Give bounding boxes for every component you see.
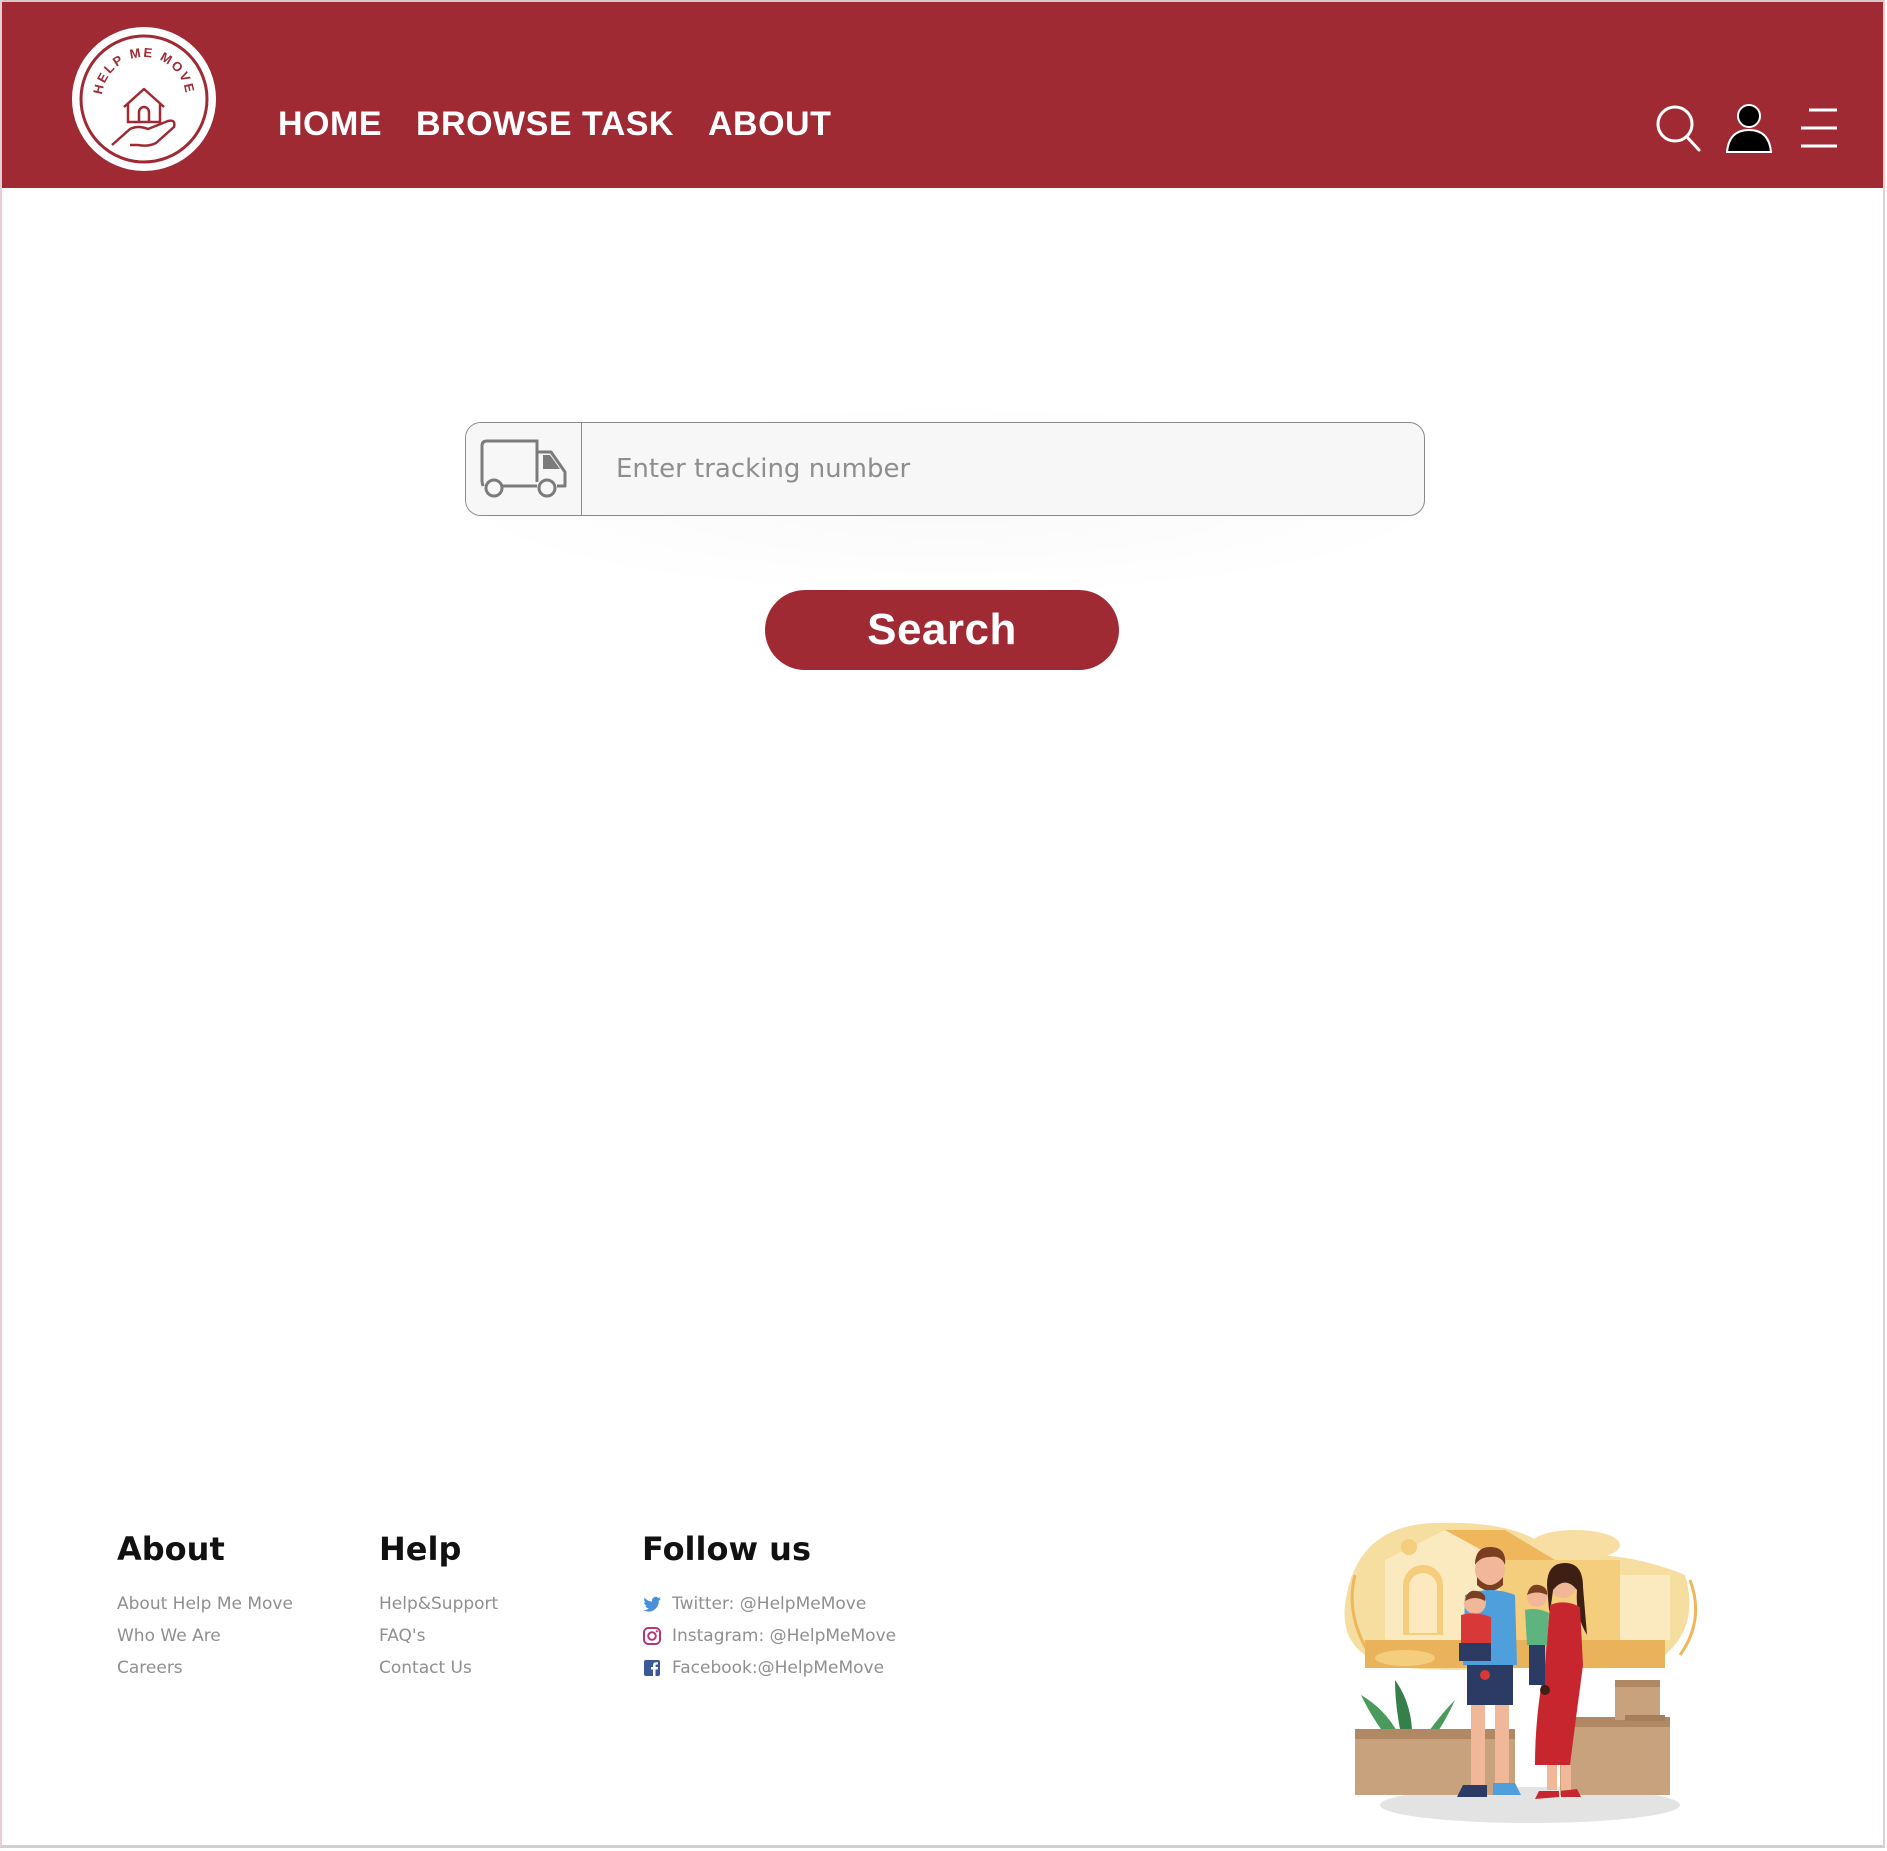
nav-home[interactable]: HOME [278, 105, 382, 144]
twitter-label: Twitter: @HelpMeMove [672, 1594, 867, 1614]
footer-link-facebook[interactable]: Facebook:@HelpMeMove [642, 1652, 896, 1684]
footer-about: About About Help Me Move Who We Are Care… [117, 1530, 293, 1684]
instagram-label: Instagram: @HelpMeMove [672, 1626, 897, 1646]
header-actions [1655, 102, 1843, 154]
footer-about-title: About [117, 1530, 225, 1568]
footer-link-instagram[interactable]: Instagram: @HelpMeMove [642, 1620, 896, 1652]
user-icon[interactable] [1725, 102, 1773, 154]
main-nav: HOME BROWSE TASK ABOUT [278, 105, 831, 144]
family-moving-illustration [1325, 1515, 1725, 1830]
nav-browse-task[interactable]: BROWSE TASK [416, 105, 674, 144]
facebook-icon [642, 1658, 662, 1678]
footer-follow: Follow us Twitter: @HelpMeMove Instagram… [642, 1530, 896, 1684]
menu-icon[interactable] [1795, 102, 1843, 154]
nav-about[interactable]: ABOUT [708, 105, 831, 144]
truck-icon [466, 423, 582, 515]
logo[interactable]: HELP ME MOVE [72, 27, 216, 171]
facebook-label: Facebook:@HelpMeMove [672, 1658, 885, 1678]
instagram-icon [642, 1626, 662, 1646]
logo-icon: HELP ME MOVE [79, 34, 209, 164]
tracking-search-box [465, 422, 1425, 516]
twitter-icon [642, 1594, 662, 1614]
footer-link-contact-us[interactable]: Contact Us [379, 1652, 498, 1684]
footer-follow-title: Follow us [642, 1530, 811, 1568]
footer-link-twitter[interactable]: Twitter: @HelpMeMove [642, 1588, 896, 1620]
footer-link-about-help-me-move[interactable]: About Help Me Move [117, 1588, 293, 1620]
footer-link-who-we-are[interactable]: Who We Are [117, 1620, 293, 1652]
footer-help: Help Help&Support FAQ's Contact Us [379, 1530, 498, 1684]
footer-link-faqs[interactable]: FAQ's [379, 1620, 498, 1652]
top-navbar: HELP ME MOVE HOME BROWSE TASK ABOUT [2, 0, 1883, 188]
footer-link-careers[interactable]: Careers [117, 1652, 293, 1684]
footer-link-help-support[interactable]: Help&Support [379, 1588, 498, 1620]
footer-help-title: Help [379, 1530, 462, 1568]
search-icon[interactable] [1655, 102, 1703, 154]
search-button[interactable]: Search [765, 590, 1119, 670]
tracking-number-input[interactable] [582, 423, 1424, 515]
